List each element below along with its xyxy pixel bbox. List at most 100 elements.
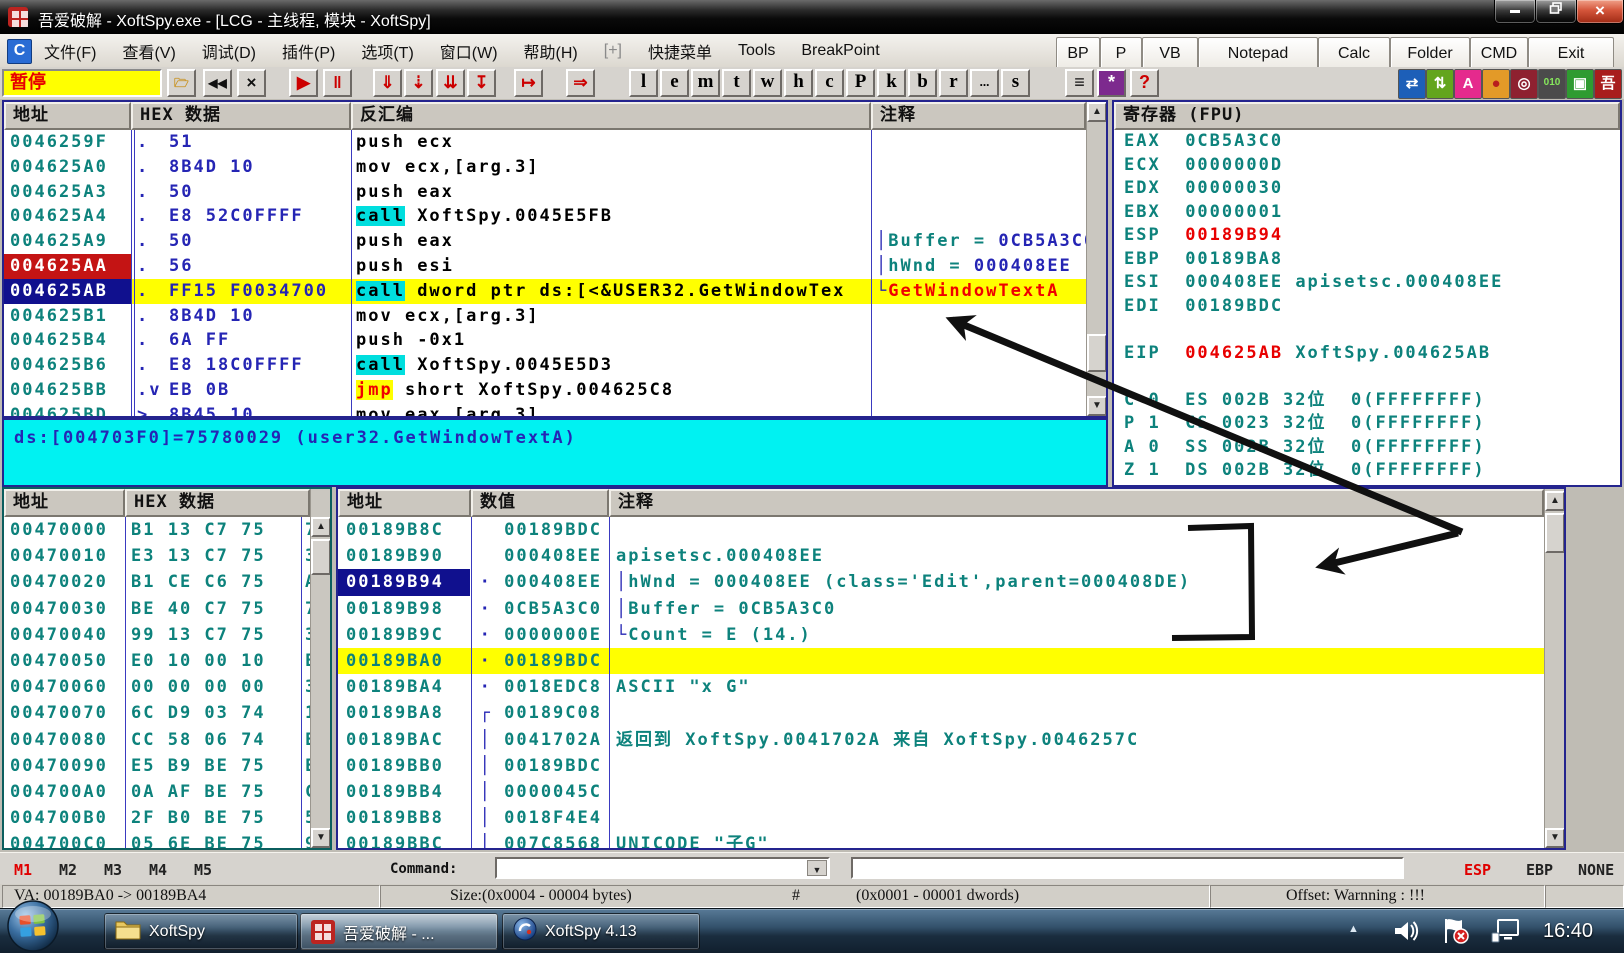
target-icon[interactable]: ◎ xyxy=(1510,69,1538,99)
column-header-1[interactable]: HEX 数据 xyxy=(131,102,351,130)
restart-button[interactable]: ◀◀ xyxy=(203,69,232,97)
scroll-up-icon[interactable]: ▲ xyxy=(1545,491,1565,511)
register-row[interactable] xyxy=(1114,365,1620,389)
disasm-row[interactable]: 004625AB.FF15 F0034700call dword ptr ds:… xyxy=(4,279,1086,304)
step-into-button[interactable]: ⇓ xyxy=(373,69,402,97)
stack-row[interactable]: 00189B94· 000408EE│hWnd = 000408EE (clas… xyxy=(338,569,1544,595)
register-row[interactable]: EBP 00189BA8 xyxy=(1114,248,1620,272)
hexdump-row[interactable]: 0047006000 00 00 0039 xyxy=(4,674,310,700)
log-window-button[interactable]: ≡ xyxy=(1065,69,1094,97)
column-header-0[interactable]: 地址 xyxy=(4,102,131,130)
menu-item-v[interactable]: 查看(V) xyxy=(122,39,175,63)
registers-pane[interactable]: 寄存器 (FPU) EAX 0CB5A3C0ECX 0000000DEDX 00… xyxy=(1112,100,1622,487)
stack-row[interactable]: 00189BAC│ 0041702A返回到 XoftSpy.0041702A 来… xyxy=(338,727,1544,753)
register-row[interactable] xyxy=(1114,318,1620,342)
hexdump-pane[interactable]: 地址HEX 数据 00470000B1 13 C7 757D00470010E3… xyxy=(2,487,332,850)
stack-scrollbar[interactable]: ▲ ▼ xyxy=(1544,489,1565,848)
register-row[interactable]: EDX 00000030 xyxy=(1114,177,1620,201)
menu-item-d[interactable]: 调试(D) xyxy=(202,39,256,63)
scroll-down-icon[interactable]: ▼ xyxy=(1087,396,1107,416)
menu-item-h[interactable]: 帮助(H) xyxy=(524,39,578,63)
window-button-s[interactable]: s xyxy=(1001,69,1030,97)
disasm-scrollbar[interactable]: ▲ ▼ xyxy=(1086,102,1107,416)
scroll-up-icon[interactable]: ▲ xyxy=(311,517,331,537)
pause-button[interactable]: ‖ xyxy=(323,69,352,97)
hexdump-row[interactable]: 004700A00A AF BE 75CF xyxy=(4,779,310,805)
scroll-down-icon[interactable]: ▼ xyxy=(1545,828,1565,848)
record-icon[interactable]: ● xyxy=(1482,69,1510,99)
memory-tab-m4[interactable]: M4 xyxy=(149,861,167,879)
stack-row[interactable]: 00189BA8┌ 00189C08 xyxy=(338,700,1544,726)
stack-row[interactable]: 00189BA0· 00189BDC xyxy=(338,648,1544,674)
scroll-sync-icon[interactable]: ⇅ xyxy=(1426,69,1454,99)
register-row[interactable]: EAX 0CB5A3C0 xyxy=(1114,130,1620,154)
command-input[interactable]: ▼ xyxy=(495,857,830,879)
mode-label-ebp[interactable]: EBP xyxy=(1526,861,1553,879)
hexdump-row[interactable]: 00470050E0 10 00 10E0 xyxy=(4,648,310,674)
stack-row[interactable]: 00189BBC│ 007C8568UNICODE "子G" xyxy=(338,831,1544,848)
hexdump-row[interactable]: 00470030BE 40 C7 757A xyxy=(4,596,310,622)
hexdump-row[interactable]: 00470080CC 58 06 74E9 xyxy=(4,727,310,753)
restore-button[interactable] xyxy=(1535,0,1577,24)
taskbar-button-1[interactable]: XoftSpy xyxy=(104,913,298,950)
window-button-k[interactable]: k xyxy=(877,69,906,97)
info-pane[interactable]: ds:[004703F0]=75780029 (user32.GetWindow… xyxy=(2,418,1108,487)
stack-row[interactable]: 00189B98· 0CB5A3C0│Buffer = 0CB5A3C0 xyxy=(338,596,1544,622)
hexdump-row[interactable]: 00470010E3 13 C7 753E xyxy=(4,543,310,569)
trace-over-button[interactable]: ↧ xyxy=(467,69,496,97)
menu-item-f[interactable]: 文件(F) xyxy=(44,39,96,63)
menu-item-w[interactable]: 窗口(W) xyxy=(440,39,498,63)
window-button-r[interactable]: r xyxy=(939,69,968,97)
column-header-2[interactable]: 注释 xyxy=(609,489,1544,517)
trace-into-button[interactable]: ⇊ xyxy=(436,69,465,97)
assemble-icon[interactable]: A xyxy=(1454,69,1482,99)
stack-row[interactable]: 00189BB0│ 00189BDC xyxy=(338,753,1544,779)
column-header-1[interactable]: 数值 xyxy=(471,489,609,517)
scroll-thumb[interactable] xyxy=(311,539,331,575)
stack-row[interactable]: 00189BA4· 0018EDC8ASCII "x G" xyxy=(338,674,1544,700)
window-button-c[interactable]: c xyxy=(815,69,844,97)
disasm-row[interactable]: 004625B6.E8 18C0FFFFcall XoftSpy.0045E5D… xyxy=(4,353,1086,378)
hexdump-row[interactable]: 00470020B1 CE C6 75AE xyxy=(4,569,310,595)
window-button-m[interactable]: m xyxy=(691,69,720,97)
window-button-P[interactable]: P xyxy=(846,69,875,97)
run-button[interactable]: ▶ xyxy=(289,69,318,97)
hexdump-row[interactable]: 00470090E5 B9 BE 75E6 xyxy=(4,753,310,779)
hexdump-scrollbar[interactable]: ▲ ▼ xyxy=(310,489,331,848)
cpu-window-icon[interactable]: C xyxy=(7,39,32,64)
column-header-1[interactable]: HEX 数据 xyxy=(125,489,310,517)
scroll-thumb[interactable] xyxy=(1087,334,1107,372)
scroll-down-icon[interactable]: ▼ xyxy=(311,828,331,848)
window-button-dots[interactable]: ... xyxy=(970,69,999,97)
tray-expand-icon[interactable]: ▲ xyxy=(1348,923,1359,935)
register-row[interactable]: C 0 ES 002B 32位 0(FFFFFFFF) xyxy=(1114,389,1620,413)
stack-row[interactable]: 00189BB8│ 0018F4E4 xyxy=(338,805,1544,831)
title-bar[interactable]: 吾爱破解 - XoftSpy.exe - [LCG - 主线程, 模块 - Xo… xyxy=(0,0,1624,34)
mode-label-none[interactable]: NONE xyxy=(1578,861,1614,879)
wuai-icon[interactable]: 吾 xyxy=(1594,69,1622,99)
menu-item-breakpoint[interactable]: BreakPoint xyxy=(801,42,879,60)
action-center-icon[interactable] xyxy=(1440,917,1470,950)
close-button[interactable]: × xyxy=(1576,0,1624,24)
disasm-row[interactable]: 004625A3.50push eax xyxy=(4,180,1086,205)
disasm-row[interactable]: 0046259F.51push ecx xyxy=(4,130,1086,155)
register-row[interactable]: ECX 0000000D xyxy=(1114,154,1620,178)
run-to-cursor-button[interactable]: ⇒ xyxy=(566,69,595,97)
step-over-button[interactable]: ⇣ xyxy=(404,69,433,97)
memory-tab-m2[interactable]: M2 xyxy=(59,861,77,879)
expression-field[interactable] xyxy=(851,857,1404,879)
menu-item-t[interactable]: 选项(T) xyxy=(361,39,413,63)
window-button-l[interactable]: l xyxy=(629,69,658,97)
stack-row[interactable]: 00189BB4│ 0000045C xyxy=(338,779,1544,805)
minimize-button[interactable] xyxy=(1494,0,1536,24)
disasm-row[interactable]: 004625BD>8B45 10mov eax,[arg.3] xyxy=(4,403,1086,416)
menu-item-[interactable]: [+] xyxy=(604,42,622,60)
disasm-row[interactable]: 004625A9.50push eax│Buffer = 0CB5A3C0 xyxy=(4,229,1086,254)
register-row[interactable]: Z 1 DS 002B 32位 0(FFFFFFFF) xyxy=(1114,459,1620,483)
column-header-3[interactable]: 注释 xyxy=(871,102,1086,130)
hexdump-row[interactable]: 00470000B1 13 C7 757D xyxy=(4,517,310,543)
start-button[interactable] xyxy=(6,899,60,953)
register-row[interactable]: EIP 004625AB XoftSpy.004625AB xyxy=(1114,342,1620,366)
monitor-icon[interactable]: ▣ xyxy=(1566,69,1594,99)
window-button-e[interactable]: e xyxy=(660,69,689,97)
